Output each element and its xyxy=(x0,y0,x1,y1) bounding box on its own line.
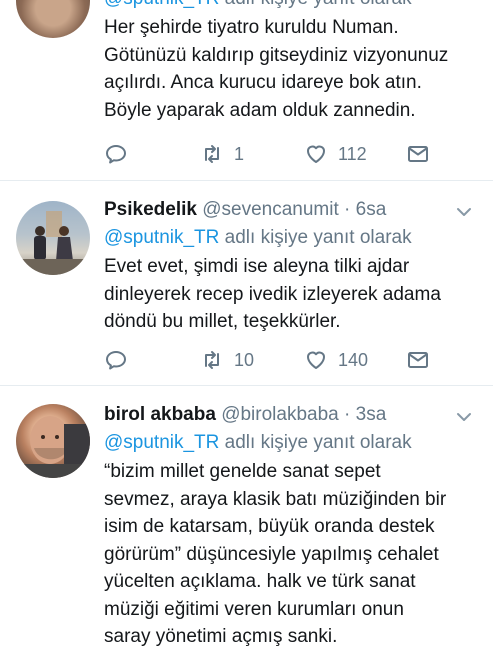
tweet-header: Psikedelik @sevencanumit · 6sa xyxy=(104,197,483,223)
chevron-down-icon[interactable] xyxy=(455,203,473,221)
reply-context: @sputnik_TR adlı kişiye yanıt olarak xyxy=(104,0,483,12)
tweet-actions: 1 112 xyxy=(104,140,434,168)
mention-link[interactable]: @sputnik_TR xyxy=(104,0,219,9)
tweet-item[interactable]: @sputnik_TR adlı kişiye yanıt olarak Her… xyxy=(0,0,493,181)
tweet-feed: @sputnik_TR adlı kişiye yanıt olarak Her… xyxy=(0,0,493,661)
direct-message-button[interactable] xyxy=(406,140,430,168)
reply-context: @sputnik_TR adlı kişiye yanıt olarak xyxy=(104,430,483,456)
retweet-icon xyxy=(205,145,219,163)
like-button[interactable]: 140 xyxy=(304,346,368,374)
reply-context-label: adlı kişiye yanıt olarak xyxy=(219,0,412,9)
tweet-item[interactable]: birol akbaba @birolakbaba · 3sa @sputnik… xyxy=(0,386,493,661)
reply-context-label: adlı kişiye yanıt olarak xyxy=(219,432,412,453)
tweet-text: Her şehirde tiyatro kuruldu Numan. Götün… xyxy=(104,14,483,124)
retweet-icon xyxy=(205,351,219,369)
avatar-portrait xyxy=(16,416,90,478)
tweet-text-line: Her şehirde tiyatro kuruldu Numan. xyxy=(104,17,399,38)
tweet-header: birol akbaba @birolakbaba · 3sa xyxy=(104,402,483,428)
like-count: 140 xyxy=(338,349,369,370)
envelope-icon xyxy=(408,146,428,162)
chevron-down-icon[interactable] xyxy=(455,408,473,426)
tweet-item[interactable]: Psikedelik @sevencanumit · 6sa @sputnik_… xyxy=(0,181,493,386)
tweet-text-line: açılırdı. Anca kurucu idareye bok atın. xyxy=(104,72,422,93)
retweet-count: 1 xyxy=(234,143,245,164)
separator-dot: · xyxy=(344,199,351,220)
tweet-text: Evet evet, şimdi ise aleyna tilki ajdar … xyxy=(104,253,483,336)
retweet-button[interactable]: 10 xyxy=(200,346,254,374)
tweet-text-line: görürüm” düşüncesiyle yapılmış cehalet xyxy=(104,543,439,565)
tweet-text-line: yücelten açıklama. halk ve türk sanat xyxy=(104,571,416,592)
avatar[interactable] xyxy=(16,0,90,38)
display-name[interactable]: birol akbaba xyxy=(104,404,216,425)
like-count: 112 xyxy=(338,143,367,164)
tweet-text-line: müziği eğitimi veren kurumları onun xyxy=(104,598,404,620)
heart-icon xyxy=(307,351,325,369)
heart-icon xyxy=(307,145,325,163)
tweet-text: “bizim millet genelde sanat sepet sevmez… xyxy=(104,458,483,651)
tweet-text-line: Evet evet, şimdi ise aleyna tilki ajdar xyxy=(104,256,410,277)
reply-icon xyxy=(106,351,126,370)
tweet-text-line: dinleyerek recep ivedik izleyerek adama xyxy=(104,283,441,305)
separator-dot: · xyxy=(344,404,351,425)
tweet-text-line: saray yönetimi açmış sanki. xyxy=(104,626,338,647)
avatar-figures xyxy=(16,211,90,275)
mention-link[interactable]: @sputnik_TR xyxy=(104,227,219,248)
mention-link[interactable]: @sputnik_TR xyxy=(104,432,219,453)
display-name[interactable]: Psikedelik xyxy=(104,199,197,220)
reply-button[interactable] xyxy=(104,140,128,168)
tweet-actions: 10 140 xyxy=(104,346,434,374)
tweet-text-line: döndü bu millet, teşekkürler. xyxy=(104,311,341,332)
timestamp[interactable]: 3sa xyxy=(356,404,387,425)
avatar[interactable] xyxy=(16,404,90,478)
timestamp[interactable]: 6sa xyxy=(356,199,387,220)
envelope-icon xyxy=(408,352,428,368)
tweet-text-line: Böyle yaparak adam olduk zannedin. xyxy=(104,99,416,121)
tweet-text-line: sevmez, araya klasik batı müziğinden bir xyxy=(104,488,447,510)
retweet-count: 10 xyxy=(234,349,255,370)
direct-message-button[interactable] xyxy=(406,346,430,374)
tweet-text-line: “bizim millet genelde sanat sepet xyxy=(104,461,381,482)
user-handle[interactable]: @birolakbaba xyxy=(221,404,339,425)
reply-button[interactable] xyxy=(104,346,128,374)
reply-icon xyxy=(106,145,126,164)
reply-context: @sputnik_TR adlı kişiye yanıt olarak xyxy=(104,225,483,251)
user-handle[interactable]: @sevencanumit xyxy=(202,199,339,220)
tweet-text-line: isim de katarsam, büyük oranda destek xyxy=(104,516,435,537)
retweet-button[interactable]: 1 xyxy=(200,140,244,168)
avatar[interactable] xyxy=(16,201,90,275)
reply-context-label: adlı kişiye yanıt olarak xyxy=(219,227,412,248)
like-button[interactable]: 112 xyxy=(304,140,367,168)
tweet-text-line: Götünüzü kaldırıp gitseydiniz vizyonunuz xyxy=(104,44,449,66)
